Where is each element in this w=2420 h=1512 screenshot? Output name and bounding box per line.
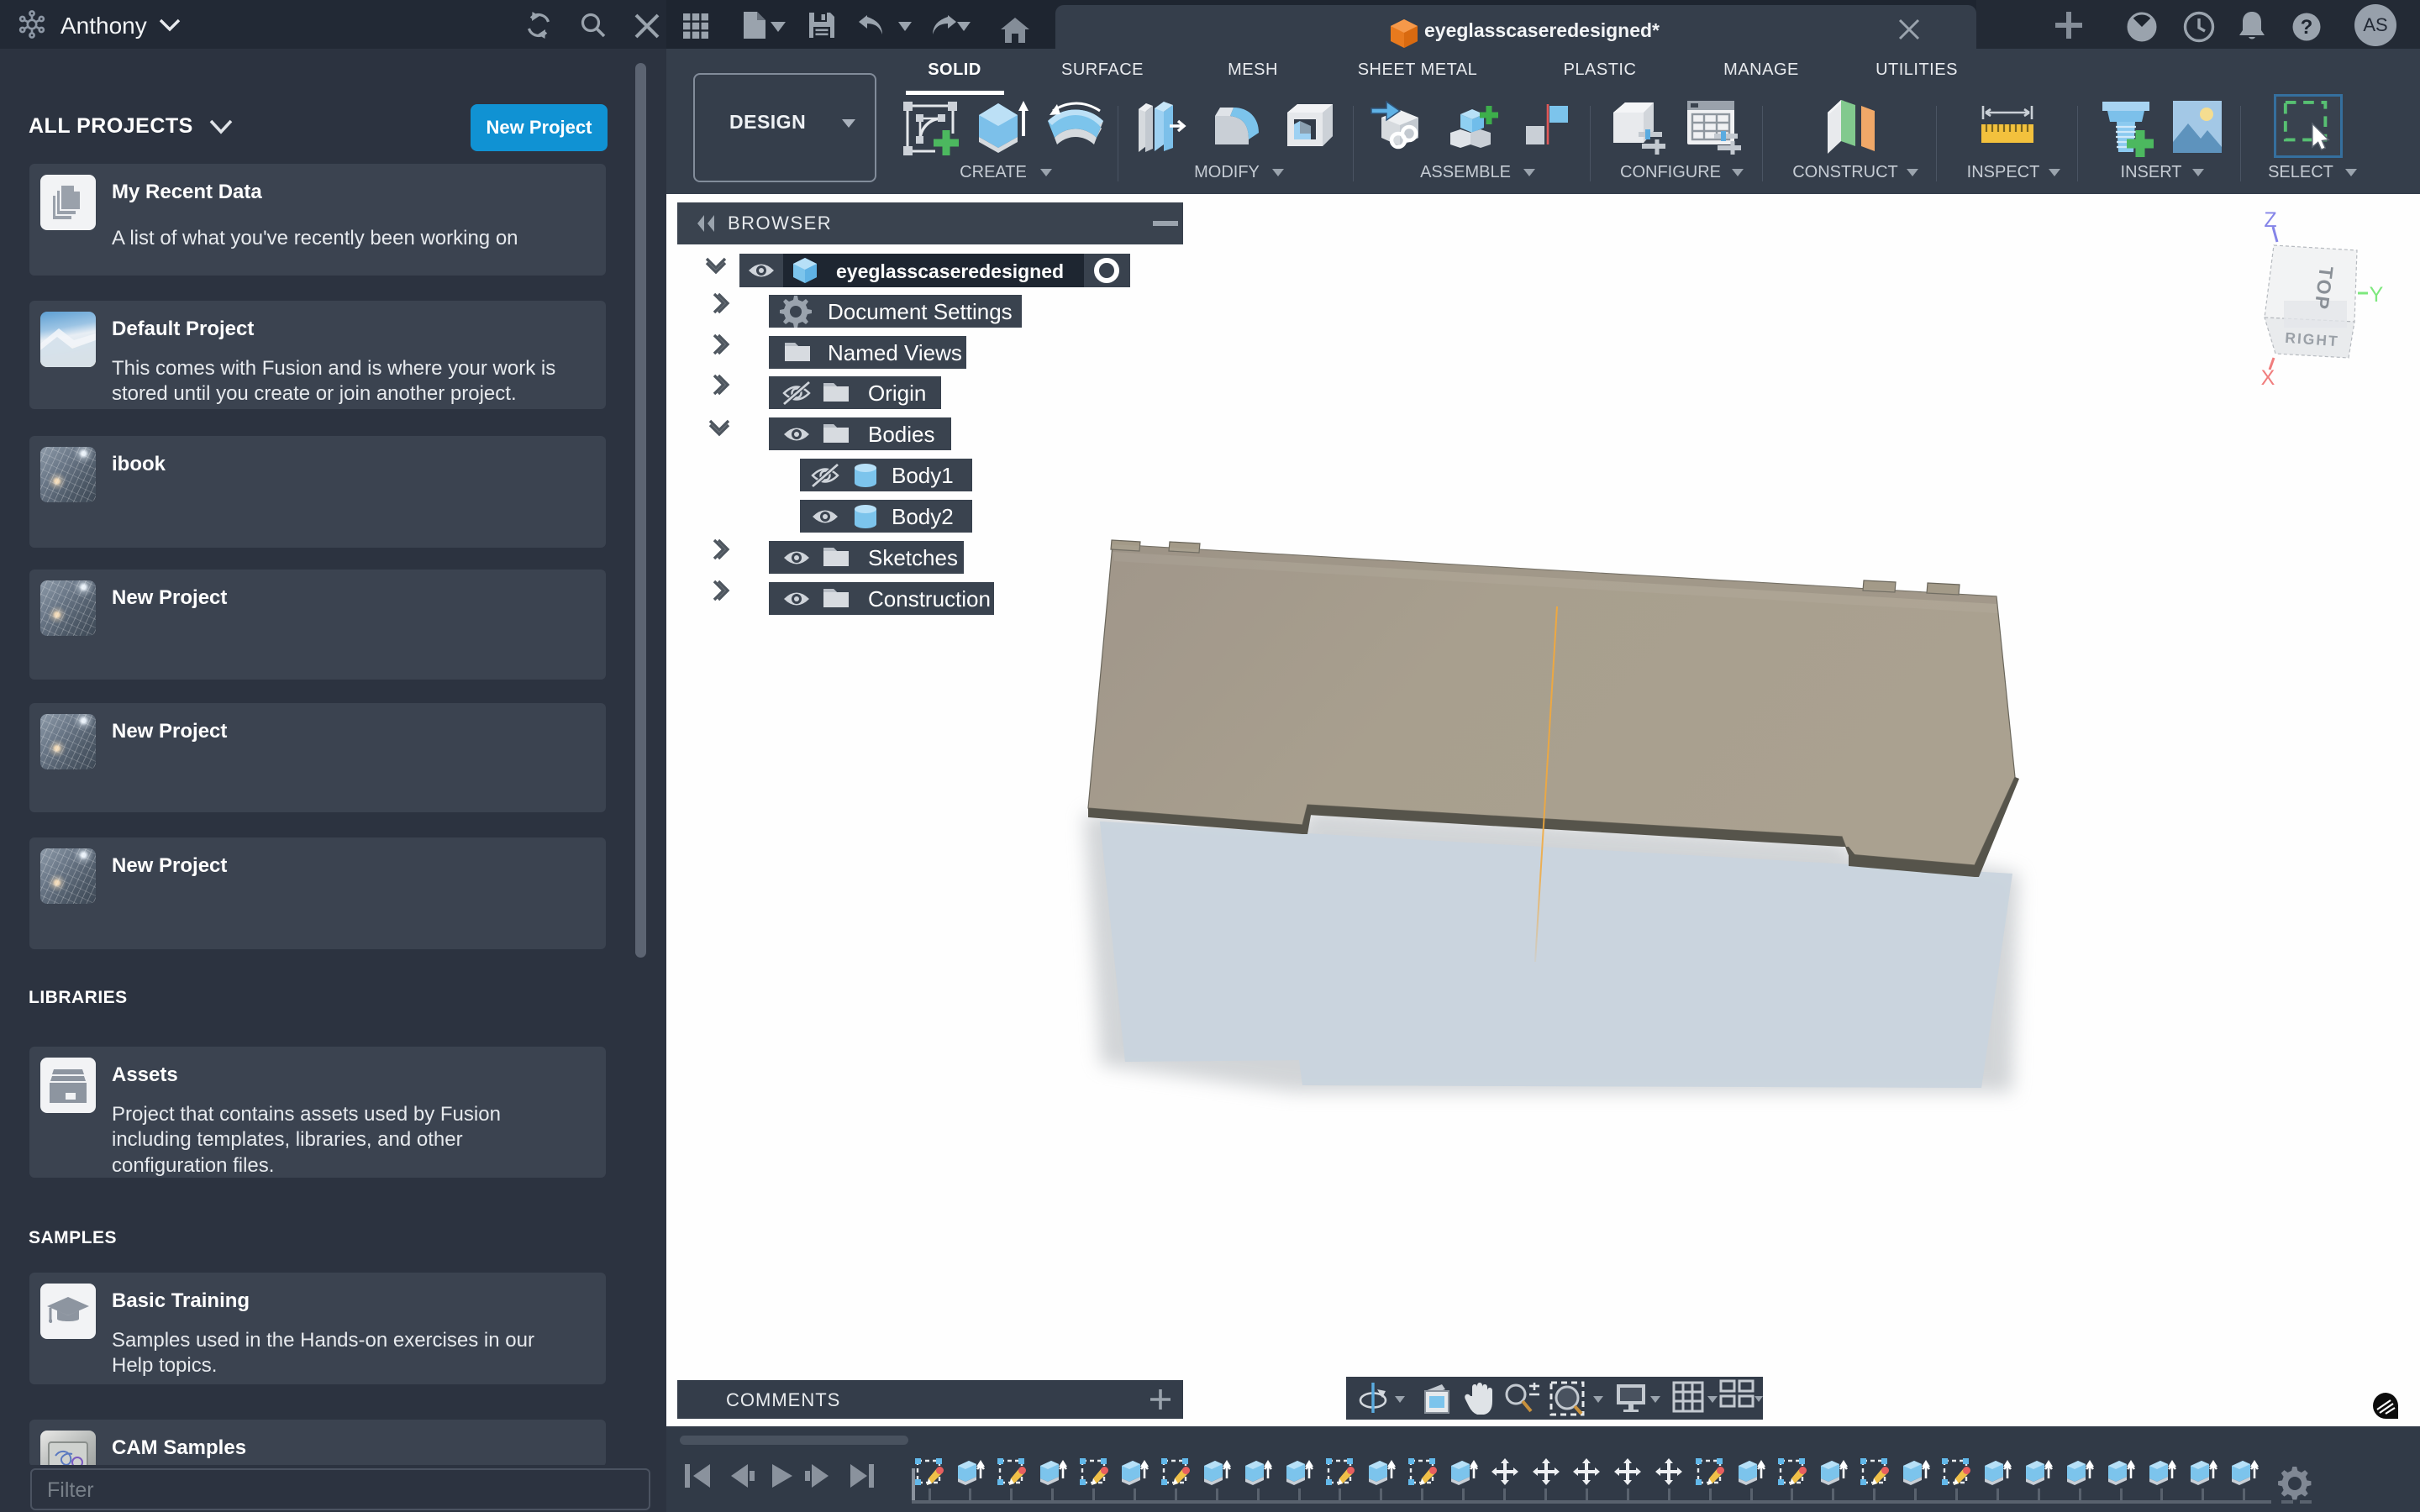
svg-text:Body1: Body1 (892, 463, 954, 488)
svg-text:?: ? (2301, 16, 2313, 39)
svg-text:Body2: Body2 (892, 504, 954, 529)
svg-text:eyeglasscaseredesigned: eyeglasscaseredesigned (836, 260, 1064, 282)
svg-text:Origin: Origin (868, 381, 926, 406)
svg-text:Sketches: Sketches (868, 545, 958, 570)
svg-text:Named Views: Named Views (828, 340, 962, 365)
svg-text:Y: Y (2370, 283, 2384, 307)
svg-text:Bodies: Bodies (868, 422, 935, 447)
svg-text:X: X (2261, 366, 2275, 390)
svg-text:Z: Z (2264, 208, 2276, 232)
svg-text:Document Settings: Document Settings (828, 299, 1013, 324)
svg-text:Construction: Construction (868, 586, 991, 612)
